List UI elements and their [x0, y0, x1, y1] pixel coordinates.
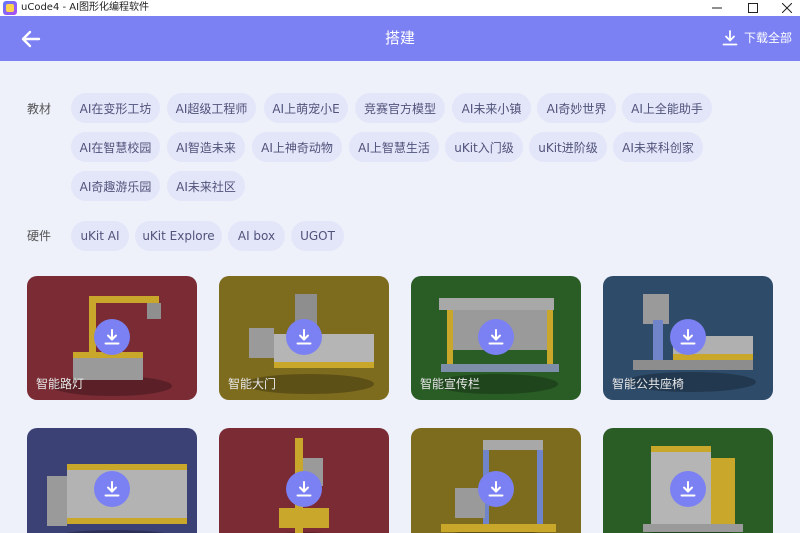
download-button[interactable]: [94, 319, 130, 355]
filter-chip-textbook[interactable]: AI未来小镇: [452, 93, 531, 123]
page-header: 搭建 下载全部: [0, 16, 800, 61]
download-button[interactable]: [478, 471, 514, 507]
download-icon: [680, 329, 696, 345]
download-button[interactable]: [94, 471, 130, 507]
download-icon: [296, 481, 312, 497]
model-name: 智能路灯: [36, 377, 85, 391]
model-name: 智能宣传栏: [420, 377, 481, 391]
download-icon: [296, 329, 312, 345]
model-card[interactable]: 智能路灯: [27, 276, 197, 400]
filter-chip-textbook[interactable]: AI智造未来: [167, 132, 245, 162]
model-name: 智能大门: [228, 377, 277, 391]
filter-chip-textbook[interactable]: uKit入门级: [445, 132, 523, 162]
download-icon: [488, 329, 504, 345]
filter-chip-textbook[interactable]: AI上全能助手: [622, 93, 712, 123]
model-card[interactable]: [411, 428, 581, 533]
filter-chip-textbook[interactable]: AI奇妙世界: [537, 93, 616, 123]
download-icon: [722, 30, 738, 46]
app-logo-icon: [3, 1, 17, 15]
filter-chip-hardware[interactable]: UGOT: [291, 221, 344, 251]
filter-chip-textbook[interactable]: AI上神奇动物: [252, 132, 342, 162]
filter-chip-textbook[interactable]: uKit进阶级: [529, 132, 607, 162]
model-card[interactable]: 智能大门: [219, 276, 389, 400]
filter-chip-textbook[interactable]: AI超级工程师: [167, 93, 256, 123]
back-button[interactable]: [20, 28, 44, 50]
model-card[interactable]: [27, 428, 197, 533]
download-icon: [680, 481, 696, 497]
filter-chip-textbook[interactable]: 竞赛官方模型: [355, 93, 445, 123]
filter-chip-textbook[interactable]: AI上萌宠小E: [264, 93, 348, 123]
hardware-filter-label: 硬件: [27, 229, 52, 243]
filter-chip-textbook[interactable]: AI未来科创家: [613, 132, 703, 162]
download-button[interactable]: [286, 319, 322, 355]
download-button[interactable]: [670, 471, 706, 507]
close-icon[interactable]: [770, 0, 800, 16]
download-all-label: 下载全部: [744, 31, 793, 45]
filter-chip-textbook[interactable]: AI奇趣游乐园: [71, 171, 160, 201]
filter-chip-hardware[interactable]: uKit Explore: [135, 221, 222, 251]
filter-chip-textbook[interactable]: AI在变形工坊: [71, 93, 160, 123]
download-button[interactable]: [670, 319, 706, 355]
page-title: 搭建: [384, 29, 415, 47]
download-all-button[interactable]: 下载全部: [722, 29, 792, 47]
download-button[interactable]: [478, 319, 514, 355]
window-title: uCode4 - AI图形化编程软件: [21, 2, 150, 13]
model-card[interactable]: 智能宣传栏: [411, 276, 581, 400]
model-card[interactable]: [603, 428, 773, 533]
minimize-icon[interactable]: [700, 0, 734, 16]
textbook-filter-label: 教材: [27, 102, 52, 116]
maximize-icon[interactable]: [736, 0, 770, 16]
download-icon: [104, 329, 120, 345]
filter-chip-hardware[interactable]: uKit AI: [71, 221, 129, 251]
filter-chip-textbook[interactable]: AI上智慧生活: [349, 132, 439, 162]
model-card[interactable]: 智能公共座椅: [603, 276, 773, 400]
filter-chip-textbook[interactable]: AI在智慧校园: [71, 132, 160, 162]
download-button[interactable]: [286, 471, 322, 507]
arrow-left-icon: [21, 30, 41, 48]
filter-chip-hardware[interactable]: AI box: [228, 221, 285, 251]
model-name: 智能公共座椅: [612, 377, 685, 391]
download-icon: [488, 481, 504, 497]
filter-chip-textbook[interactable]: AI未来社区: [167, 171, 245, 201]
model-card[interactable]: [219, 428, 389, 533]
download-icon: [104, 481, 120, 497]
window-titlebar: uCode4 - AI图形化编程软件: [0, 0, 800, 16]
